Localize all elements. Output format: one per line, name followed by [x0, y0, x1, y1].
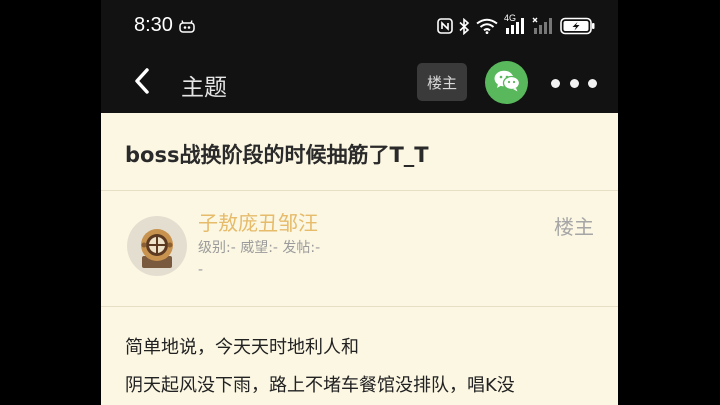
only-op-button[interactable]: 楼主 — [417, 63, 467, 101]
page-title: 主题 — [181, 75, 227, 101]
post-title: boss战换阶段的时候抽筋了T_T — [125, 143, 429, 167]
author-stats-extra: - — [198, 262, 204, 278]
signal-no-sim-icon — [532, 17, 554, 35]
network-type-label: 4G — [504, 13, 517, 23]
signal-4g-icon: 4G — [504, 13, 526, 35]
wechat-share-button[interactable] — [485, 61, 528, 104]
phone-screen: 8:30 4G 主题 楼主 boss战换阶段的时候抽筋了T_T 子敖庞丑邹汪 级… — [101, 0, 618, 405]
post-body-line: 阴天起风没下雨，路上不堵车餐馆没排队，唱K没 — [125, 375, 515, 396]
nfc-icon — [437, 18, 453, 34]
back-arrow-icon — [133, 67, 151, 99]
post-body-line: 简单地说，今天天时地利人和 — [125, 337, 359, 358]
author-divider — [101, 306, 618, 307]
battery-charging-icon — [560, 17, 596, 35]
wechat-icon — [493, 69, 521, 97]
diving-helmet-icon — [127, 229, 187, 276]
author-stats: 级别:- 威望:- 发帖:- — [198, 240, 321, 256]
back-button[interactable] — [127, 66, 157, 100]
status-bar: 8:30 4G — [101, 0, 618, 54]
op-badge: 楼主 — [554, 215, 594, 239]
author-name[interactable]: 子敖庞丑邹汪 — [198, 207, 318, 236]
wifi-icon — [476, 18, 498, 34]
avatar[interactable] — [127, 216, 187, 276]
status-time: 8:30 — [134, 14, 173, 36]
title-divider — [101, 190, 618, 191]
notification-icon — [179, 19, 195, 38]
post-content: boss战换阶段的时候抽筋了T_T 子敖庞丑邹汪 级别:- 威望:- 发帖:- … — [101, 113, 618, 405]
status-icons: 4G — [437, 13, 596, 38]
more-icon[interactable] — [551, 68, 597, 98]
top-navigation-bar: 主题 楼主 — [101, 54, 618, 113]
bluetooth-icon — [459, 17, 470, 35]
